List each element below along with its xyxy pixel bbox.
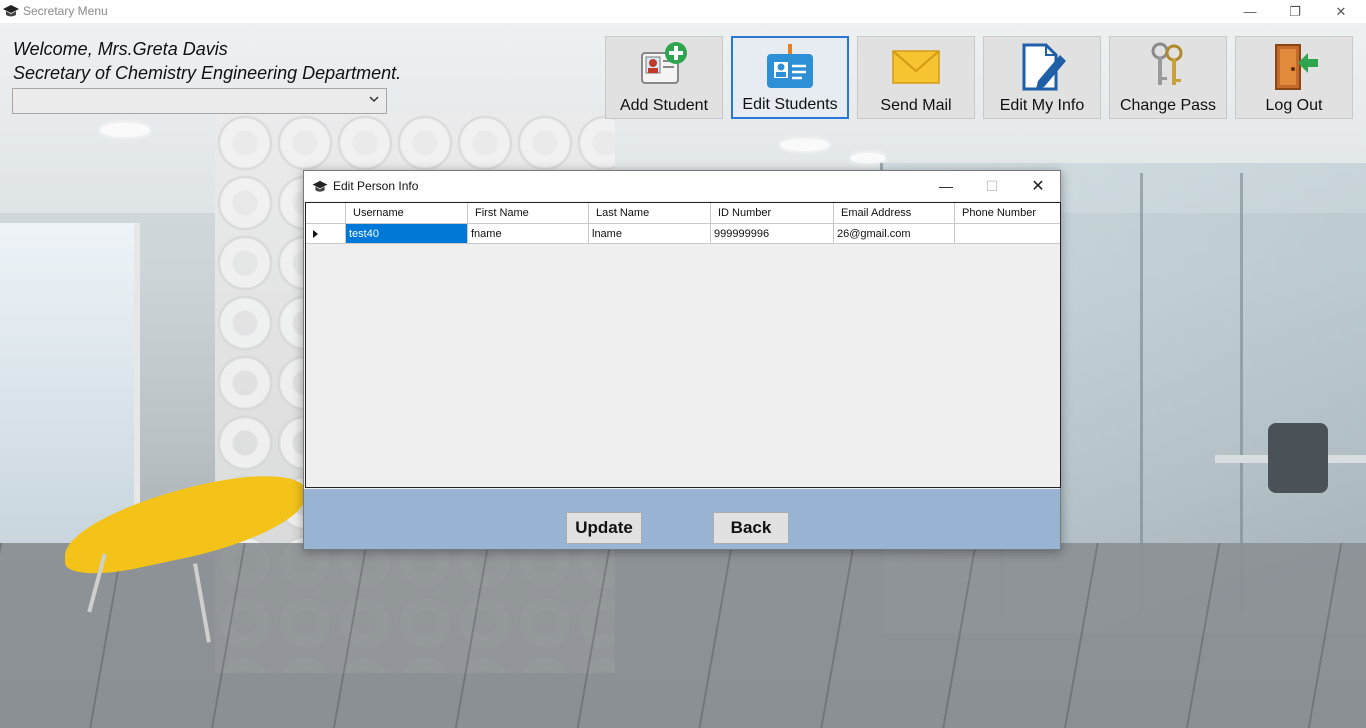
change-pass-label: Change Pass	[1119, 97, 1217, 114]
ceiling-light	[780, 139, 830, 151]
maximize-button[interactable]: ❐	[1272, 0, 1318, 23]
person-grid[interactable]: Username First Name Last Name ID Number …	[305, 202, 1061, 488]
cell-last-name[interactable]: lname	[589, 224, 711, 243]
envelope-icon	[892, 50, 940, 84]
ceiling-light	[100, 123, 150, 137]
edit-students-label: Edit Students	[742, 96, 838, 113]
keys-icon	[1151, 42, 1183, 85]
welcome-line: Welcome, Mrs.Greta Davis	[13, 39, 228, 59]
row-selector[interactable]	[306, 224, 346, 243]
edit-person-dialog: Edit Person Info — ☐ ✕ Username First Na…	[303, 170, 1061, 550]
window-title: Secretary Menu	[23, 4, 108, 18]
edit-my-info-label: Edit My Info	[999, 97, 1085, 114]
column-header-first-name[interactable]: First Name	[468, 203, 589, 223]
dialog-minimize-button[interactable]: —	[923, 171, 969, 201]
column-header-username[interactable]: Username	[346, 203, 468, 223]
exit-door-icon	[1275, 44, 1318, 90]
graduation-cap-icon	[312, 180, 328, 192]
edit-document-icon	[1022, 43, 1066, 91]
update-button[interactable]: Update	[566, 512, 642, 544]
dialog-close-button[interactable]: ✕	[1015, 171, 1061, 201]
close-button[interactable]: ✕	[1318, 0, 1364, 23]
column-header-last-name[interactable]: Last Name	[589, 203, 711, 223]
back-button[interactable]: Back	[713, 512, 789, 544]
window-titlebar: Secretary Menu — ❐ ✕	[0, 0, 1366, 23]
row-pointer-icon	[313, 230, 318, 238]
window-left	[0, 223, 140, 543]
dialog-maximize-button[interactable]: ☐	[969, 171, 1015, 201]
edit-my-info-button[interactable]: Edit My Info	[983, 36, 1101, 119]
dialog-title: Edit Person Info	[333, 179, 419, 193]
welcome-text: Welcome, Mrs.Greta Davis Secretary of Ch…	[13, 37, 401, 85]
add-student-label: Add Student	[619, 97, 709, 114]
cell-username[interactable]: test40	[346, 224, 468, 243]
role-line: Secretary of Chemistry Engineering Depar…	[13, 63, 402, 83]
dialog-titlebar: Edit Person Info — ☐ ✕	[304, 171, 1060, 201]
cell-phone-number[interactable]	[955, 224, 1060, 243]
cell-id-number[interactable]: 999999996	[711, 224, 834, 243]
graduation-cap-icon	[3, 5, 19, 17]
cell-first-name[interactable]: fname	[468, 224, 589, 243]
add-student-button[interactable]: Add Student	[605, 36, 723, 119]
minimize-button[interactable]: —	[1227, 0, 1273, 23]
chevron-down-icon	[369, 96, 379, 103]
change-pass-button[interactable]: Change Pass	[1109, 36, 1227, 119]
dialog-footer: Update Back	[304, 489, 1060, 549]
id-badge-icon	[767, 44, 813, 88]
send-mail-button[interactable]: Send Mail	[857, 36, 975, 119]
edit-students-button[interactable]: Edit Students	[731, 36, 849, 119]
column-header-phone-number[interactable]: Phone Number	[955, 203, 1060, 223]
cell-email-address[interactable]: 26@gmail.com	[834, 224, 955, 243]
grid-header-row: Username First Name Last Name ID Number …	[306, 203, 1060, 224]
department-combo[interactable]	[12, 88, 387, 114]
table-row[interactable]: test40 fname lname 999999996 26@gmail.co…	[306, 224, 1060, 244]
column-header-email-address[interactable]: Email Address	[834, 203, 955, 223]
log-out-label: Log Out	[1265, 97, 1323, 114]
grid-corner-cell[interactable]	[306, 203, 346, 223]
add-student-icon	[641, 42, 687, 84]
send-mail-label: Send Mail	[880, 97, 952, 114]
column-header-id-number[interactable]: ID Number	[711, 203, 834, 223]
log-out-button[interactable]: Log Out	[1235, 36, 1353, 119]
ceiling-light	[850, 153, 886, 163]
office-chair	[1268, 423, 1328, 493]
